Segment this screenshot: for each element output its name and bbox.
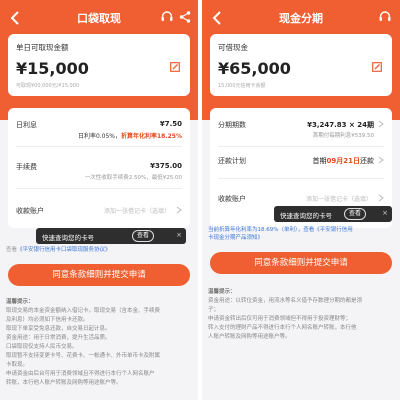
tip-line: 申请资金转出后仅可用于消费领域但不得用于投资理财等； bbox=[208, 316, 352, 322]
toast-view-button[interactable]: 查看 bbox=[132, 230, 155, 242]
tip-line: 转账，本行他人账户转账及网购等用途账户等。 bbox=[6, 380, 122, 386]
interest-rate-note: 日利率0.05%，折算年化利率18.25% bbox=[78, 131, 182, 140]
plan-value: 首期09月21日还款 bbox=[313, 156, 374, 166]
amount-note: 可取现¥00,000元/¥15,000 bbox=[16, 83, 80, 89]
detail-card: 日利息 ¥7.50 日利率0.05%，折算年化利率18.25% 手续费 ¥375… bbox=[8, 108, 190, 228]
annual-rate-text: 折算年化利率18.25% bbox=[121, 133, 182, 140]
submit-button[interactable]: 同意条款细则并提交申请 bbox=[8, 264, 190, 286]
divider bbox=[218, 178, 384, 179]
share-icon[interactable] bbox=[178, 10, 192, 24]
chevron-right-icon bbox=[378, 156, 384, 164]
chevron-right-icon bbox=[378, 194, 384, 202]
tip-line: 取现下单享受免息还款，自交易日起计息。 bbox=[6, 326, 111, 332]
tip-line: 资金用途：以转位资金，用流水等名义借予存数理分期的都是须 bbox=[208, 298, 363, 304]
divider bbox=[218, 146, 384, 147]
tips: 温馨提示： 取现交易的本金资金额纳入借记卡，取现交易（含本金、手续费 及利息）均… bbox=[6, 298, 192, 388]
term-label: 分期期数 bbox=[218, 121, 246, 129]
amount-card: 可借现金 ¥65,000 15,000元信用卡余额 bbox=[210, 34, 392, 96]
amount-note: 15,000元信用卡余额 bbox=[218, 83, 266, 89]
agreement-link[interactable]: 《平安银行信用卡口袋取现服务协议》 bbox=[17, 247, 111, 253]
tip-line: 口袋取现仅支持人民币交易。 bbox=[6, 344, 78, 350]
tip-line: 人账户转账及网购等用途账户等。 bbox=[208, 334, 291, 340]
fee-label: 手续费 bbox=[16, 163, 37, 171]
agreement-prefix: 查看 bbox=[6, 247, 18, 253]
customer-service-icon[interactable] bbox=[160, 10, 174, 24]
card-number-toast: 快速查询您的卡号 查看 × bbox=[36, 228, 186, 244]
term-note: 首期付每期利息¥539.50 bbox=[312, 133, 374, 139]
toast-close-icon[interactable]: × bbox=[382, 209, 388, 217]
plan-label: 还款计划 bbox=[218, 157, 246, 165]
toast-text: 快速查询您的卡号 bbox=[42, 234, 94, 242]
chevron-right-icon bbox=[176, 206, 182, 214]
interest-label: 日利息 bbox=[16, 121, 37, 129]
submit-button[interactable]: 同意条款细则并提交申请 bbox=[210, 252, 392, 274]
daily-rate-text: 日利率0.05%， bbox=[77, 133, 121, 140]
plan-date: 09月21日 bbox=[326, 157, 360, 165]
divider bbox=[16, 188, 182, 189]
cash-installment-screen: 现金分期 可借现金 ¥65,000 15,000元信用卡余额 分期期数 ¥3,2… bbox=[202, 0, 400, 400]
tips: 温馨提示： 资金用途：以转位资金，用流水等名义借予存数理分期的都是须 子； 申请… bbox=[208, 288, 394, 342]
chevron-right-icon bbox=[378, 120, 384, 128]
fee-note: 一次性收取手续费2.50%，最低¥25.00 bbox=[84, 175, 182, 181]
divider bbox=[16, 146, 182, 147]
tip-line: 取现交易的本金资金额纳入借记卡，取现交易（含本金、手续费 bbox=[6, 308, 161, 314]
tips-title: 温馨提示： bbox=[208, 289, 236, 295]
tip-line: 申请资金由后台可用于消费领域且不得进行本行个人网名账户 bbox=[6, 371, 155, 377]
amount-label: 可借现金 bbox=[218, 43, 248, 52]
toast-close-icon[interactable]: × bbox=[176, 231, 182, 239]
interest-value: ¥7.50 bbox=[159, 120, 182, 128]
tips-title: 温馨提示： bbox=[6, 299, 34, 305]
amount-value: ¥15,000 bbox=[16, 59, 89, 78]
tip-line: 子； bbox=[208, 307, 220, 313]
page-title: 现金分期 bbox=[279, 12, 323, 25]
amount-label: 单日可取现金额 bbox=[16, 43, 69, 52]
tip-line: 转入支付的理财产品不得进行本行个人网名账户转账，本行他 bbox=[208, 325, 357, 331]
edit-icon[interactable] bbox=[170, 62, 180, 72]
tip-line: 及利息）均必须如下信用卡还款。 bbox=[6, 317, 89, 323]
account-placeholder[interactable]: 添加一张借记卡（选填） bbox=[306, 194, 372, 203]
plan-prefix: 首期 bbox=[312, 157, 327, 165]
fee-value: ¥375.00 bbox=[150, 162, 182, 170]
amount-value: ¥65,000 bbox=[218, 59, 291, 78]
card-number-toast: 快速查询您的卡号 查看 × bbox=[274, 206, 392, 222]
account-label: 收款账户 bbox=[16, 207, 44, 215]
agreement-line: 查看《平安银行信用卡口袋取现服务协议》 bbox=[6, 246, 192, 254]
plan-suffix: 还款 bbox=[360, 157, 374, 165]
toast-text: 快速查询您的卡号 bbox=[280, 212, 332, 220]
amount-card: 单日可取现金额 ¥15,000 可取现¥00,000元/¥15,000 bbox=[8, 34, 190, 96]
rate-note-line[interactable]: 卡现金分期产品须知》 bbox=[208, 234, 394, 242]
rate-note: 当前折算年化利率为18.69%（单利），查看《平安银行信用 卡现金分期产品须知》 bbox=[208, 226, 394, 242]
customer-service-icon[interactable] bbox=[378, 10, 392, 24]
tip-line: 取现暂不支持变更卡号、花费卡、一帐通卡、外币单币卡及附属 bbox=[6, 353, 161, 359]
account-label: 收款账户 bbox=[218, 195, 246, 203]
tip-line: 卡取现。 bbox=[6, 362, 29, 368]
rate-note-line[interactable]: 当前折算年化利率为18.69%（单利），查看《平安银行信用 bbox=[208, 226, 394, 234]
term-value: ¥3,247.83 × 24期 bbox=[307, 121, 374, 129]
cash-withdrawal-screen: 口袋取现 单日可取现金额 ¥15,000 可取现¥00,000元/¥15,000… bbox=[0, 0, 198, 400]
account-placeholder[interactable]: 添加一张借记卡（选填） bbox=[104, 206, 170, 215]
tip-line: 资金用途：用于日常消费，提升生活品质。 bbox=[6, 335, 111, 341]
edit-icon[interactable] bbox=[372, 62, 382, 72]
toast-view-button[interactable]: 查看 bbox=[344, 208, 367, 220]
